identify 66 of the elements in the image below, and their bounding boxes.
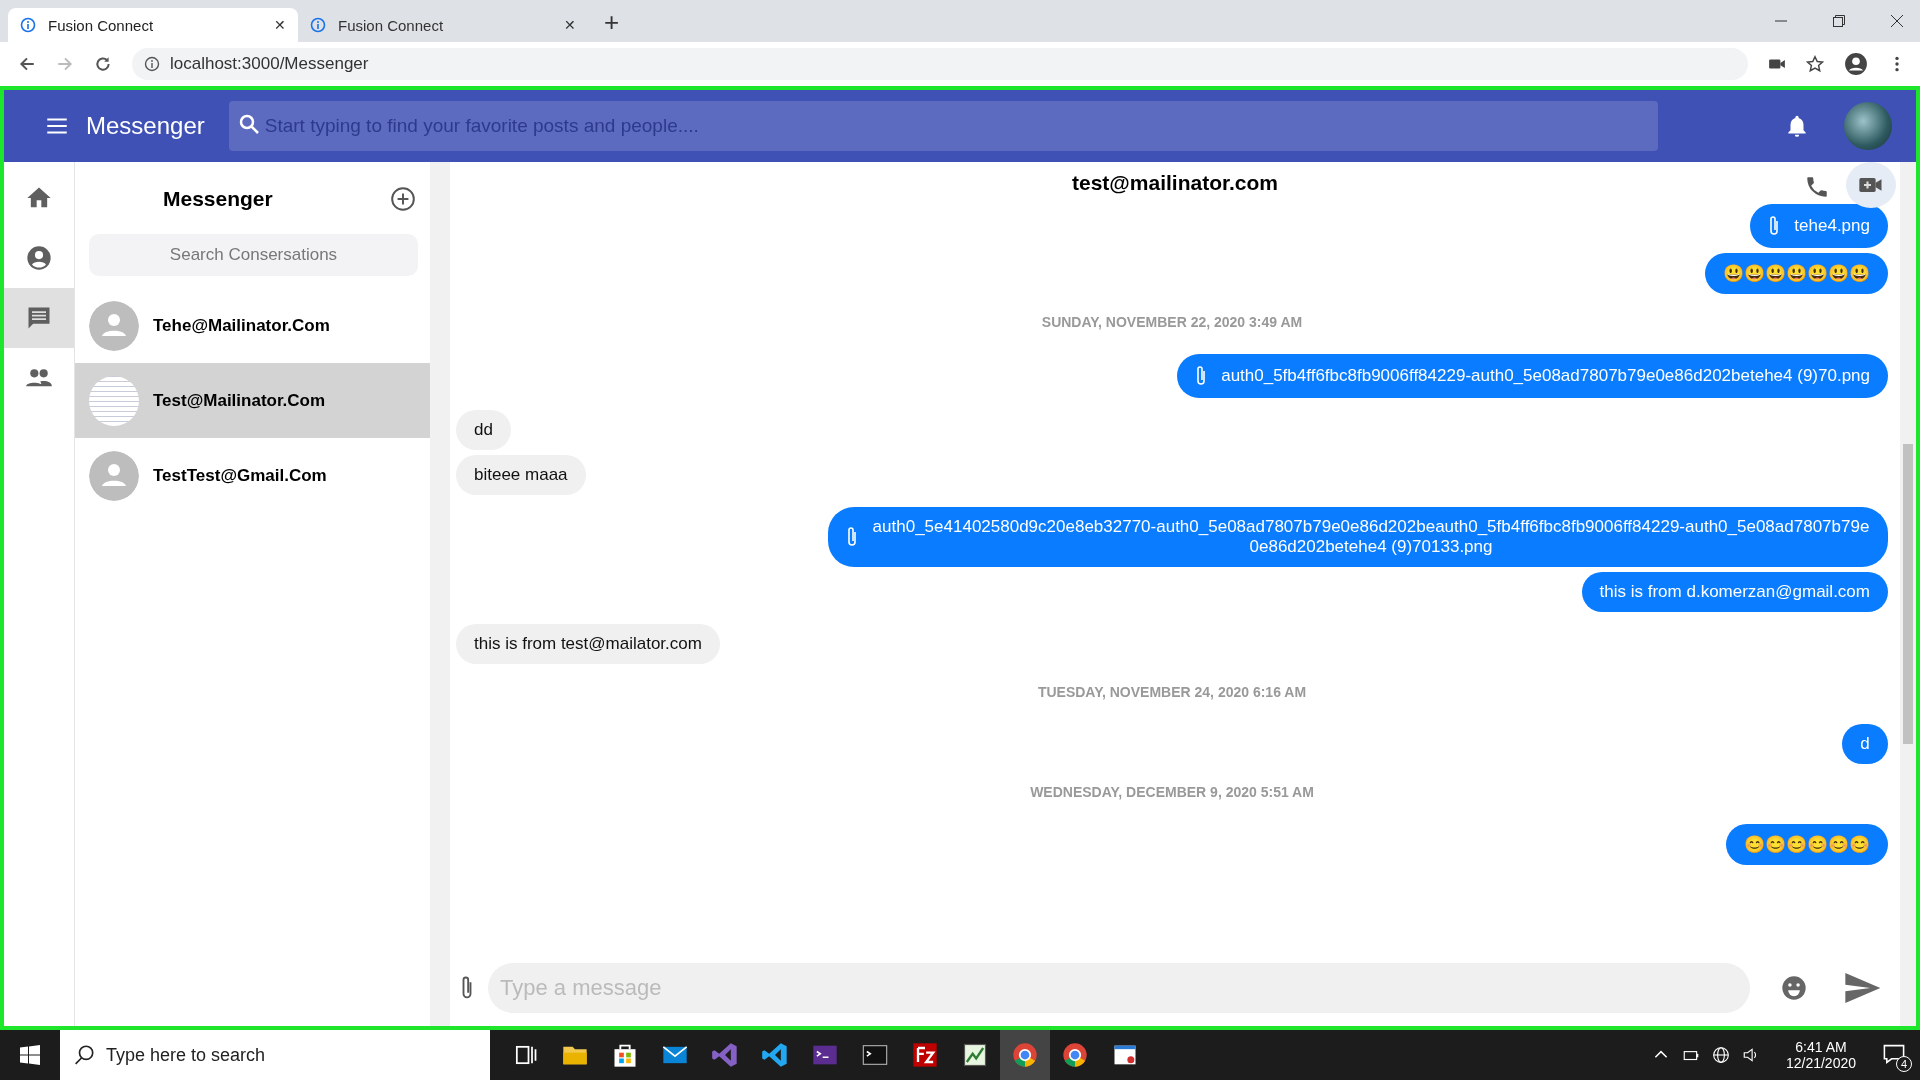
reload-icon[interactable] xyxy=(94,55,112,73)
scrollbar[interactable] xyxy=(430,162,450,1026)
clock-date: 12/21/2020 xyxy=(1785,1055,1856,1071)
back-arrow-icon[interactable] xyxy=(18,55,36,73)
info-icon xyxy=(144,56,160,72)
close-icon[interactable] xyxy=(1890,14,1904,28)
avatar-icon xyxy=(89,450,139,501)
chat-nav-item[interactable] xyxy=(4,288,74,348)
person-icon xyxy=(25,244,53,272)
tab-title: Fusion Connect xyxy=(48,16,155,34)
tab-title: Fusion Connect xyxy=(338,16,445,34)
phone-icon[interactable] xyxy=(1804,174,1830,200)
scrollbar-thumb[interactable] xyxy=(1903,444,1913,744)
add-circle-icon[interactable] xyxy=(390,186,416,212)
globe-icon[interactable] xyxy=(1711,1046,1730,1064)
date-divider: TUESDAY, NOVEMBER 24, 2020 6:16 AM xyxy=(1036,684,1308,700)
avatar-picture xyxy=(89,375,139,426)
windows-start-icon[interactable] xyxy=(20,1045,40,1065)
avatar-icon xyxy=(89,300,139,351)
conversation-item[interactable]: TestTest@Gmail.Com xyxy=(75,438,430,513)
message-bubble: 😊😊😊😊😊😊 xyxy=(1726,824,1888,865)
browser-tab[interactable]: Fusion Connect ✕ xyxy=(8,8,298,42)
conversation-item[interactable]: Tehe@Mailinator.Com xyxy=(75,288,430,363)
close-tab-button[interactable]: ✕ xyxy=(564,17,576,33)
browser-tab[interactable]: Fusion Connect ✕ xyxy=(298,8,588,42)
restore-icon[interactable] xyxy=(1832,14,1846,28)
scrollbar[interactable] xyxy=(1900,162,1916,1026)
chrome-icon[interactable] xyxy=(1000,1030,1050,1080)
date-divider: WEDNESDAY, DECEMBER 9, 2020 5:51 AM xyxy=(1029,784,1315,800)
app-title: Messenger xyxy=(86,112,205,140)
contact-name: Tehe@Mailinator.Com xyxy=(153,315,330,336)
message-bubble: d xyxy=(1842,724,1888,764)
message-bubble: dd xyxy=(456,410,511,450)
close-tab-button[interactable]: ✕ xyxy=(274,17,286,33)
info-icon xyxy=(20,17,36,33)
star-icon[interactable] xyxy=(1806,55,1824,73)
message-bubble[interactable]: auth0_5fb4ff6fbc8fb9006ff84229-auth0_5e08ad7807b79e0e86d202betehe4 (9)70.png xyxy=(1177,354,1888,398)
contact-name: TestTest@Gmail.Com xyxy=(153,465,327,486)
account-icon[interactable] xyxy=(1844,52,1868,76)
message-bubble: biteee maaa xyxy=(456,455,586,495)
smiley-icon[interactable] xyxy=(1780,974,1808,1002)
paperclip-icon xyxy=(1768,214,1781,238)
search-icon xyxy=(74,1044,96,1066)
message-bubble[interactable]: tehe4.png xyxy=(1750,204,1888,248)
chat-title: test@mailinator.com xyxy=(1071,171,1278,195)
paperclip-icon xyxy=(1195,364,1208,388)
notification-icon[interactable] xyxy=(1882,1042,1906,1066)
new-tab-button[interactable]: + xyxy=(604,7,620,38)
message-bubble: this is from d.komerzan@gmail.com xyxy=(1581,572,1888,612)
clock-time: 6:41 AM xyxy=(1795,1039,1847,1055)
search-field[interactable]: Search Consersations xyxy=(89,234,418,276)
video-call-button[interactable] xyxy=(1846,162,1896,208)
contact-name: Test@Mailinator.Com xyxy=(153,390,326,411)
url-text: localhost:3000/Messenger xyxy=(170,54,369,74)
address-bar[interactable]: localhost:3000/Messenger xyxy=(132,48,1748,80)
user-avatar[interactable] xyxy=(1844,102,1892,150)
panel-title: Messenger xyxy=(163,187,273,211)
paperclip-icon xyxy=(846,525,858,549)
info-icon xyxy=(310,17,326,33)
conversation-item[interactable]: Test@Mailinator.Com xyxy=(75,363,430,438)
taskbar-search[interactable]: Type here to search xyxy=(60,1030,490,1080)
message-bubble: 😃😃😃😃😃😃😃 xyxy=(1705,253,1888,294)
message-bubble[interactable]: auth0_5e41402580d9c20e8eb32770-auth0_5e08ad7807b79e0e86d202beauth0_5fb4ff6fbc8fb9006ff84229-auth0_5e08ad7807b79e0e86d202betehe4 (9)70133.png xyxy=(828,507,1888,567)
message-bubble: this is from test@mailator.com xyxy=(456,624,720,664)
notification-count: 4 xyxy=(1896,1056,1912,1072)
date-divider: SUNDAY, NOVEMBER 22, 2020 3:49 AM xyxy=(1040,314,1304,330)
